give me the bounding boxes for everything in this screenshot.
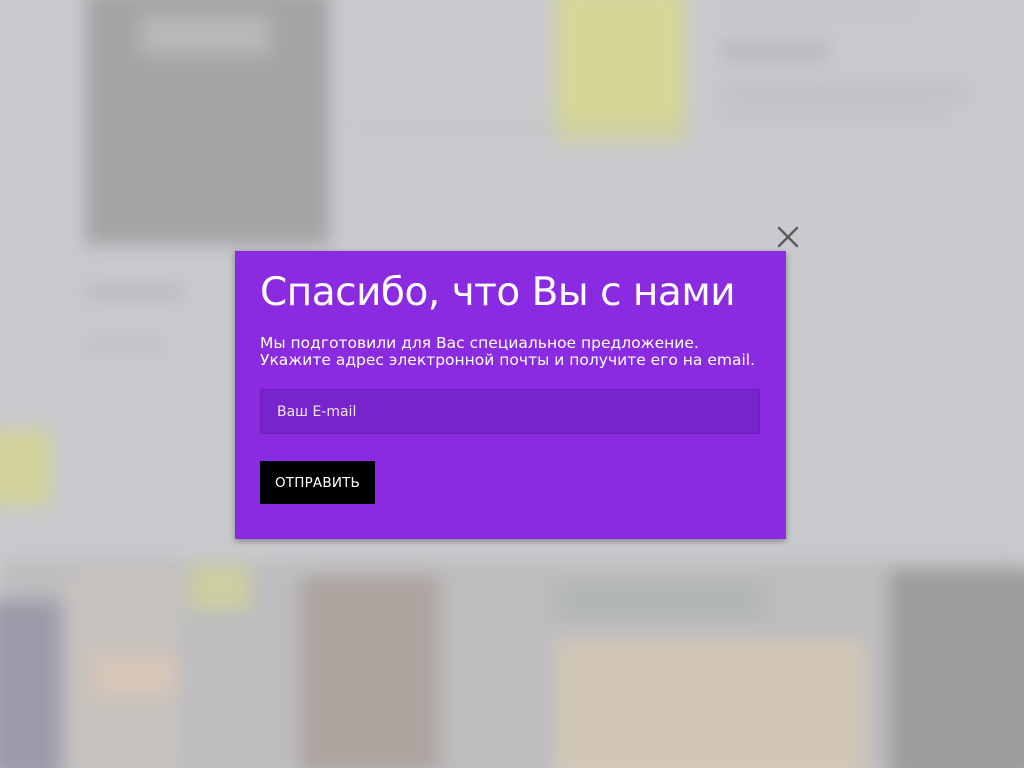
background-product-image [95, 655, 175, 695]
close-button[interactable] [772, 221, 804, 253]
background-text-line [720, 108, 950, 120]
background-text-line [720, 85, 970, 99]
page: Спасибо, что Вы с нами Мы подготовили дл… [0, 0, 1024, 768]
background-divider [360, 125, 700, 129]
background-text-line [85, 285, 185, 299]
popup-description: Мы подготовили для Вас специальное предл… [260, 334, 756, 369]
close-icon [777, 226, 799, 248]
background-product-image [555, 0, 685, 140]
background-product-image [0, 600, 60, 768]
background-image-detail [140, 15, 270, 55]
popup-title: Спасибо, что Вы с нами [260, 270, 736, 315]
background-product-image [555, 640, 865, 768]
background-product-image [190, 565, 250, 610]
background-product-image [0, 430, 50, 505]
background-product-image [890, 570, 1024, 768]
background-text-line [720, 5, 920, 13]
background-product-image [555, 580, 765, 620]
submit-button[interactable]: ОТПРАВИТЬ [260, 461, 375, 504]
background-product-image [300, 575, 440, 768]
background-text-line [85, 340, 165, 350]
background-text-line [720, 40, 830, 62]
subscribe-popup: Спасибо, что Вы с нами Мы подготовили дл… [235, 251, 786, 539]
email-input[interactable] [260, 389, 760, 434]
